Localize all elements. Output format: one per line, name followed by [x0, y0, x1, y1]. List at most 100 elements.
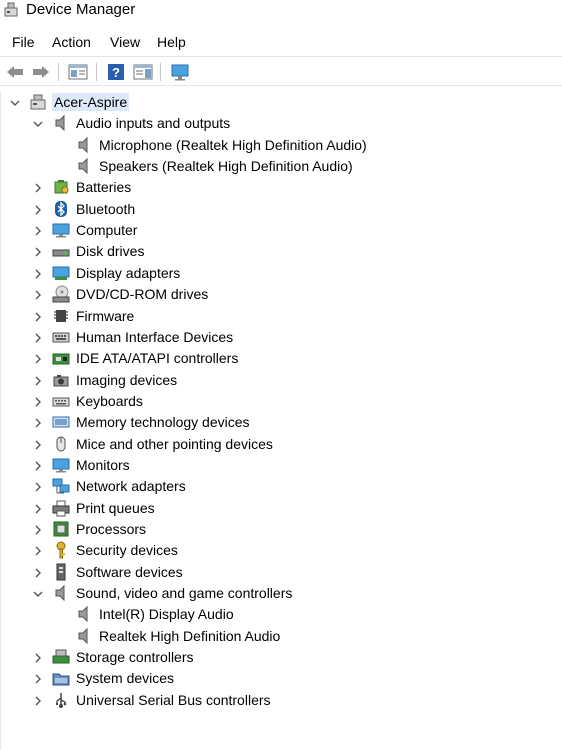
- device-manager-icon: [3, 2, 19, 18]
- tree-item-batteries[interactable]: Batteries: [1, 177, 561, 198]
- chevron-right-icon[interactable]: [32, 310, 44, 322]
- tree-item-human-interface-devices[interactable]: Human Interface Devices: [1, 327, 561, 348]
- menu-file[interactable]: File: [11, 34, 36, 50]
- tree-item-software-devices[interactable]: Software devices: [1, 562, 561, 583]
- tree-item-imaging-devices[interactable]: Imaging devices: [1, 370, 561, 391]
- tree-item-keyboards[interactable]: Keyboards: [1, 391, 561, 412]
- chevron-right-icon[interactable]: [32, 544, 44, 556]
- processor-icon: [52, 520, 70, 538]
- tree-item-system-devices[interactable]: System devices: [1, 668, 561, 689]
- back-arrow-icon[interactable]: [5, 62, 25, 82]
- chevron-right-icon[interactable]: [32, 694, 44, 706]
- keyboard-icon: [52, 392, 70, 410]
- toolbar-separator: [160, 63, 161, 81]
- chevron-right-icon[interactable]: [32, 438, 44, 450]
- tree-item-label: Sound, video and game controllers: [76, 585, 293, 602]
- chevron-right-icon[interactable]: [32, 181, 44, 193]
- battery-icon: [52, 178, 70, 196]
- tree-item-label: Bluetooth: [76, 200, 136, 217]
- tree-device-intel-r-display-audio[interactable]: Intel(R) Display Audio: [1, 604, 561, 625]
- chevron-down-icon[interactable]: [32, 117, 44, 129]
- chevron-right-icon[interactable]: [32, 651, 44, 663]
- title-bar: Device Manager: [0, 0, 562, 22]
- tree-device-microphone-realtek-high-definition-audio[interactable]: Microphone (Realtek High Definition Audi…: [1, 135, 561, 156]
- chevron-right-icon[interactable]: [32, 288, 44, 300]
- chevron-down-icon[interactable]: [32, 587, 44, 599]
- computer-icon: [29, 93, 47, 111]
- tree-item-monitors[interactable]: Monitors: [1, 455, 561, 476]
- tree-item-label: Human Interface Devices: [76, 328, 234, 345]
- tree-item-ide-ata-atapi-controllers[interactable]: IDE ATA/ATAPI controllers: [1, 348, 561, 369]
- speaker-icon: [75, 627, 93, 645]
- chevron-right-icon[interactable]: [32, 459, 44, 471]
- tree-item-universal-serial-bus-controllers[interactable]: Universal Serial Bus controllers: [1, 690, 561, 711]
- tree-root-label: Acer-Aspire: [52, 93, 130, 111]
- tree-item-network-adapters[interactable]: Network adapters: [1, 476, 561, 497]
- memory-icon: [52, 413, 70, 431]
- forward-arrow-icon[interactable]: [31, 62, 51, 82]
- tree-device-realtek-high-definition-audio[interactable]: Realtek High Definition Audio: [1, 626, 561, 647]
- tree-item-storage-controllers[interactable]: Storage controllers: [1, 647, 561, 668]
- tree-item-security-devices[interactable]: Security devices: [1, 540, 561, 561]
- speaker-icon: [75, 157, 93, 175]
- chevron-right-icon[interactable]: [32, 566, 44, 578]
- chevron-down-icon[interactable]: [9, 96, 21, 108]
- chevron-right-icon[interactable]: [32, 331, 44, 343]
- monitor-icon: [52, 221, 70, 239]
- chevron-right-icon[interactable]: [32, 245, 44, 257]
- toolbar-separator: [58, 63, 59, 81]
- tree-item-audio-inputs-and-outputs[interactable]: Audio inputs and outputs: [1, 113, 561, 134]
- speaker-icon: [52, 584, 70, 602]
- tree-item-label: Software devices: [76, 563, 183, 580]
- tree-item-disk-drives[interactable]: Disk drives: [1, 241, 561, 262]
- help-icon[interactable]: ?: [106, 62, 126, 82]
- tree-item-display-adapters[interactable]: Display adapters: [1, 263, 561, 284]
- properties-pane-icon[interactable]: [68, 62, 88, 82]
- hid-icon: [52, 328, 70, 346]
- tree-item-computer[interactable]: Computer: [1, 220, 561, 241]
- tree-item-label: Disk drives: [76, 243, 145, 260]
- bluetooth-icon: [52, 200, 70, 218]
- action-pane-icon[interactable]: [133, 62, 153, 82]
- tree-item-firmware[interactable]: Firmware: [1, 306, 561, 327]
- chevron-right-icon[interactable]: [32, 523, 44, 535]
- key-icon: [52, 541, 70, 559]
- chevron-right-icon[interactable]: [32, 374, 44, 386]
- chevron-right-icon[interactable]: [32, 203, 44, 215]
- tree-item-print-queues[interactable]: Print queues: [1, 498, 561, 519]
- dvd-drive-icon: [52, 285, 70, 303]
- chevron-right-icon[interactable]: [32, 502, 44, 514]
- window-title: Device Manager: [26, 1, 136, 18]
- folder-icon: [52, 669, 70, 687]
- network-icon: [52, 477, 70, 495]
- tree-item-label: Imaging devices: [76, 371, 178, 388]
- menu-action[interactable]: Action: [51, 34, 92, 50]
- tree-item-sound-video-and-game-controllers[interactable]: Sound, video and game controllers: [1, 583, 561, 604]
- svg-text:?: ?: [112, 65, 120, 80]
- tree-item-label: Memory technology devices: [76, 414, 250, 431]
- chevron-right-icon[interactable]: [32, 416, 44, 428]
- device-tree: Acer-Aspire Audio inputs and outputs Micr…: [0, 92, 562, 750]
- tree-item-label: DVD/CD-ROM drives: [76, 286, 209, 303]
- tree-item-memory-technology-devices[interactable]: Memory technology devices: [1, 412, 561, 433]
- tree-device-label: Realtek High Definition Audio: [99, 627, 281, 644]
- chevron-right-icon[interactable]: [32, 267, 44, 279]
- software-device-icon: [52, 563, 70, 581]
- tree-root[interactable]: Acer-Aspire: [1, 92, 561, 113]
- monitor-scan-icon[interactable]: [170, 62, 190, 82]
- tree-device-speakers-realtek-high-definition-audio[interactable]: Speakers (Realtek High Definition Audio): [1, 156, 561, 177]
- toolbar-separator: [96, 63, 97, 81]
- speaker-icon: [75, 605, 93, 623]
- menu-help[interactable]: Help: [156, 34, 187, 50]
- tree-item-bluetooth[interactable]: Bluetooth: [1, 199, 561, 220]
- menu-view[interactable]: View: [109, 34, 141, 50]
- tree-item-dvd-cd-rom-drives[interactable]: DVD/CD-ROM drives: [1, 284, 561, 305]
- tree-item-processors[interactable]: Processors: [1, 519, 561, 540]
- tree-item-mice-and-other-pointing-devices[interactable]: Mice and other pointing devices: [1, 434, 561, 455]
- chevron-right-icon[interactable]: [32, 352, 44, 364]
- chevron-right-icon[interactable]: [32, 480, 44, 492]
- chevron-right-icon[interactable]: [32, 395, 44, 407]
- chevron-right-icon[interactable]: [32, 224, 44, 236]
- chevron-right-icon[interactable]: [32, 672, 44, 684]
- menu-bar: File Action View Help: [0, 30, 562, 54]
